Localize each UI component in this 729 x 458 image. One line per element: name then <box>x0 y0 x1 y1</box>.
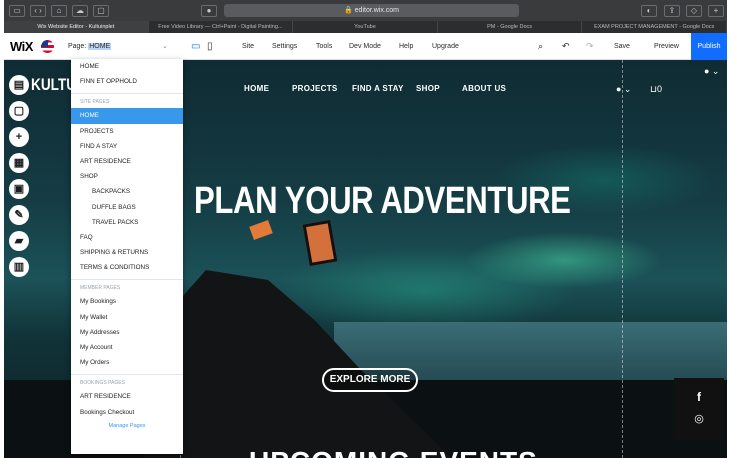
wix-editor-topbar: WiX Page: HOME ⌄ ▭ ▯ Site Settings Tools… <box>4 33 727 60</box>
pages-item[interactable]: Bookings Checkout <box>71 405 183 420</box>
tab-overview-icon[interactable]: ▢ <box>93 4 109 17</box>
member-pages-list: My Bookings My Wallet My Addresses My Accou… <box>71 294 183 370</box>
home-icon[interactable]: ⌂ <box>51 4 67 17</box>
mobile-view-icon[interactable]: ▯ <box>207 33 213 60</box>
publish-button[interactable]: Publish <box>691 33 727 60</box>
pages-item[interactable]: My Bookings <box>71 294 183 309</box>
background-icon[interactable]: ▢ <box>9 101 29 121</box>
add-icon[interactable]: + <box>9 127 29 147</box>
menu-dev-mode[interactable]: Dev Mode <box>349 33 381 60</box>
pages-item[interactable]: My Account <box>71 340 183 355</box>
pages-item[interactable]: FAQ <box>71 230 183 245</box>
wix-logo: WiX <box>10 38 33 54</box>
browser-tab[interactable]: EXAM PROJECT MANAGEMENT - Google Docs <box>582 21 727 33</box>
pages-item[interactable]: My Orders <box>71 355 183 370</box>
save-button[interactable]: Save <box>614 33 630 60</box>
media-icon[interactable]: ▣ <box>9 179 29 199</box>
desktop-view-icon[interactable]: ▭ <box>191 33 200 60</box>
site-nav-shop[interactable]: SHOP <box>416 84 440 93</box>
site-nav-find-a-stay[interactable]: FIND A STAY <box>352 84 404 93</box>
pages-item[interactable]: FIND A STAY <box>71 139 183 154</box>
pages-item[interactable]: ART RESIDENCE <box>71 154 183 169</box>
section-title: UPCOMING EVENTS <box>249 446 538 458</box>
undo-icon[interactable]: ↶ <box>562 33 570 60</box>
page-selector[interactable]: Page: HOME <box>67 42 112 50</box>
safari-toolbar: ▭ ‹ › ⌂ ☁ ▢ ● 🔒 editor.wix.com ◐ ⇪ ◇ + <box>4 0 727 21</box>
page-selector-value: HOME <box>88 42 112 50</box>
cabin-window <box>302 219 338 267</box>
browser-window: ▭ ‹ › ⌂ ☁ ▢ ● 🔒 editor.wix.com ◐ ⇪ ◇ + W… <box>4 0 727 458</box>
menu-tools[interactable]: Tools <box>316 33 332 60</box>
pages-item[interactable]: TRAVEL PACKS <box>71 215 183 230</box>
share-icon[interactable]: ⇪ <box>664 4 680 17</box>
blog-icon[interactable]: ✎ <box>9 205 29 225</box>
pages-section-header: BOOKINGS PAGES <box>71 374 183 389</box>
pages-item[interactable]: DUFFLE BAGS <box>71 200 183 215</box>
pages-item[interactable]: BACKPACKS <box>71 184 183 199</box>
lock-icon: 🔒 <box>343 7 355 14</box>
tent-light <box>249 220 273 240</box>
pages-item[interactable]: TERMS & CONDITIONS <box>71 260 183 275</box>
menu-site[interactable]: Site <box>242 33 254 60</box>
shield-extension-icon[interactable]: ◐ <box>641 4 657 17</box>
pages-dropdown: HOME FINN ET OPPHOLD SITE PAGES HOME PROJ… <box>71 59 183 454</box>
pages-item[interactable]: SHOP <box>71 169 183 184</box>
redo-icon[interactable]: ↷ <box>586 33 594 60</box>
social-bar: f ◎ <box>674 378 724 440</box>
site-brand[interactable]: KULTU <box>31 75 76 95</box>
browser-tab[interactable]: PM - Google Docs <box>438 21 583 33</box>
explore-more-button[interactable]: EXPLORE MORE <box>322 368 418 392</box>
browser-tab[interactable]: YouTube <box>293 21 438 33</box>
editor-left-toolbar: ▤ ▢ + ▦ ▣ ✎ ▰ ▥ <box>9 75 31 283</box>
pages-item[interactable]: PROJECTS <box>71 124 183 139</box>
sidebar-toggle-icon[interactable]: ▭ <box>9 4 25 17</box>
pages-item[interactable]: My Addresses <box>71 325 183 340</box>
store-icon[interactable]: ▰ <box>9 231 29 251</box>
pages-item[interactable]: My Wallet <box>71 310 183 325</box>
cart-count: 0 <box>657 84 663 94</box>
browser-tab[interactable]: Wix Website Editor - Kultuinplet <box>4 21 149 33</box>
booking-pages-list: ART RESIDENCE Bookings Checkout <box>71 389 183 419</box>
menu-help[interactable]: Help <box>399 33 413 60</box>
bookings-icon[interactable]: ▥ <box>9 257 29 277</box>
cart-icon[interactable]: ⊔0 <box>650 84 662 95</box>
cloud-icon[interactable]: ☁ <box>72 4 88 17</box>
tab-strip: Wix Website Editor - Kultuinplet Free Vi… <box>4 21 727 33</box>
new-tab-icon[interactable]: + <box>708 4 724 17</box>
language-flag-icon[interactable] <box>40 39 54 53</box>
site-nav-home[interactable]: HOME <box>244 84 269 93</box>
pages-item[interactable]: HOME <box>71 59 183 74</box>
pages-item[interactable]: SHIPPING & RETURNS <box>71 245 183 260</box>
gridline-right <box>622 60 623 458</box>
menu-settings[interactable]: Settings <box>272 33 297 60</box>
site-language-flag-icon[interactable]: ● ⌄ <box>704 66 719 77</box>
site-nav-projects[interactable]: PROJECTS <box>292 84 338 93</box>
menu-upgrade[interactable]: Upgrade <box>432 33 459 60</box>
page-selector-label: Page: <box>67 42 87 50</box>
facebook-icon[interactable]: f <box>674 390 724 404</box>
site-pages-list: HOME PROJECTS FIND A STAY ART RESIDENCE SHOP… <box>71 108 183 275</box>
url-text: editor.wix.com <box>354 7 400 14</box>
pages-section-header: SITE PAGES <box>71 93 183 108</box>
member-login-icon[interactable]: ● ⌄ <box>616 84 631 95</box>
hero-title: PLAN YOUR ADVENTURE <box>194 180 571 222</box>
zoom-icon[interactable]: ⌕ <box>538 33 543 60</box>
preview-button[interactable]: Preview <box>654 33 679 60</box>
site-nav-about[interactable]: ABOUT US <box>462 84 506 93</box>
pages-section-header: MEMBER PAGES <box>71 279 183 294</box>
pages-item[interactable]: ART RESIDENCE <box>71 389 183 404</box>
extension-icon[interactable]: ◇ <box>686 4 702 17</box>
manage-pages-link[interactable]: Manage Pages <box>71 423 183 429</box>
instagram-icon[interactable]: ◎ <box>674 412 724 425</box>
app-market-icon[interactable]: ▦ <box>9 153 29 173</box>
address-bar[interactable]: 🔒 editor.wix.com <box>224 4 519 17</box>
pages-item[interactable]: FINN ET OPPHOLD <box>71 74 183 89</box>
browser-tab[interactable]: Free Video Library — Ctrl+Paint - Digita… <box>149 21 294 33</box>
chevron-down-icon[interactable]: ⌄ <box>162 33 168 60</box>
pages-item[interactable]: HOME <box>71 108 183 124</box>
shield-icon[interactable]: ● <box>201 4 217 17</box>
menus-pages-icon[interactable]: ▤ <box>9 75 29 95</box>
back-forward-icon[interactable]: ‹ › <box>30 4 46 17</box>
